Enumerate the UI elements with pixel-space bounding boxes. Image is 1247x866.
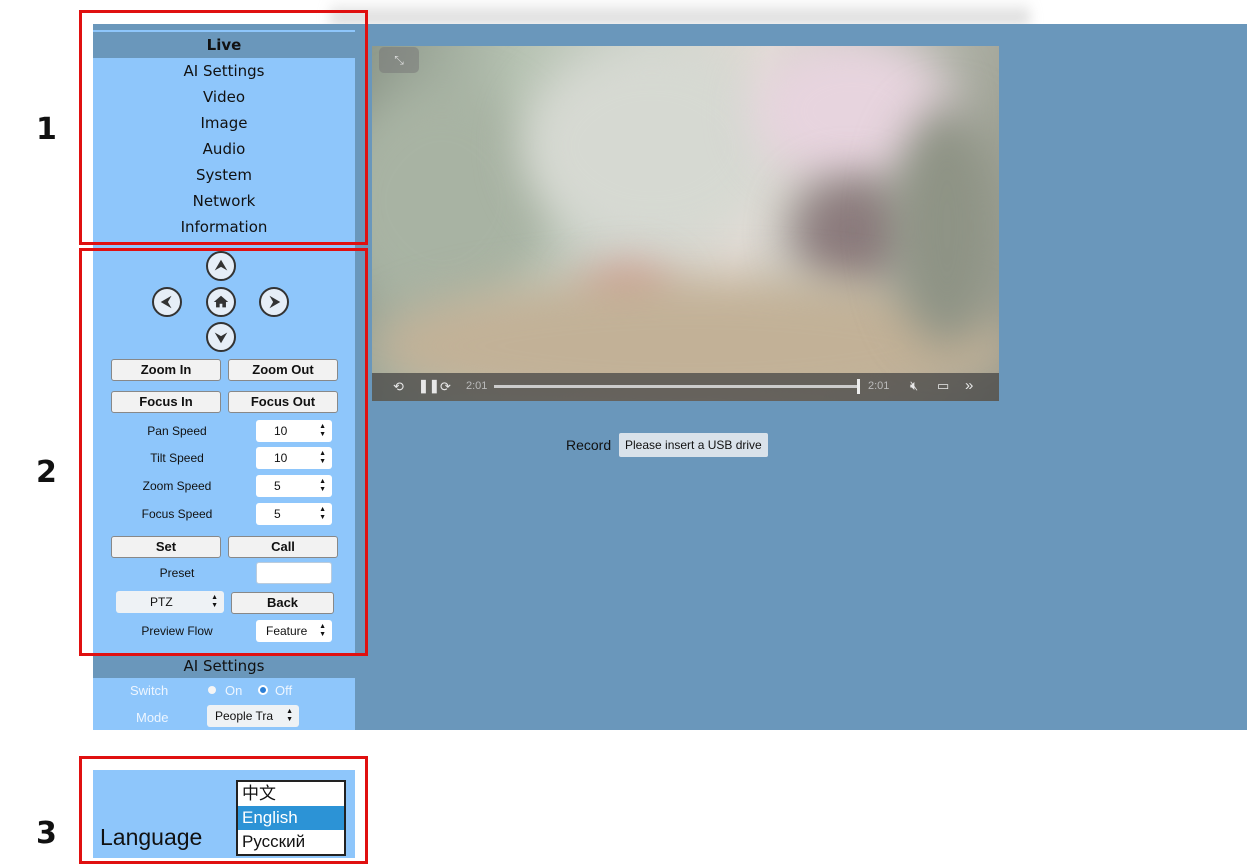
ai-mode-select[interactable]: People Tra ▲ ▼ (207, 705, 299, 727)
select-caret-icon: ▲ ▼ (286, 708, 293, 723)
pause-icon[interactable]: ❚❚ (418, 378, 440, 394)
video-preview[interactable] (372, 46, 999, 401)
annotation-box-3 (79, 756, 368, 864)
mode-label: Mode (136, 710, 169, 725)
record-status: Please insert a USB drive (619, 433, 768, 457)
record-label: Record (566, 437, 612, 453)
airplay-icon[interactable]: ▭ (937, 378, 949, 394)
annotation-number-1: 1 (36, 112, 57, 147)
radio-off-label: Off (275, 683, 293, 698)
expand-icon[interactable]: ⤡ (379, 47, 419, 73)
video-controls: ⟲ ❚❚ ⟳ 2:01 2:01 🔇︎ ▭ » (372, 373, 999, 401)
time-total: 2:01 (868, 380, 890, 392)
radio-off[interactable] (258, 685, 268, 695)
ai-settings-title: AI Settings (93, 654, 355, 678)
annotation-box-2 (79, 248, 368, 656)
annotation-box-1 (79, 10, 368, 245)
ai-mode-value: People Tra (215, 709, 274, 723)
radio-on-label: On (225, 683, 243, 698)
annotation-number-3: 3 (36, 816, 57, 851)
window-shadow (330, 0, 1030, 24)
time-current: 2:01 (466, 380, 488, 392)
switch-label: Switch (130, 683, 169, 698)
annotation-number-2: 2 (36, 455, 57, 490)
seek-bar-fill (494, 385, 858, 388)
skip-forward-icon[interactable]: ⟳ (440, 379, 451, 395)
radio-on[interactable] (208, 686, 216, 694)
seek-handle[interactable] (857, 379, 860, 394)
more-icon[interactable]: » (965, 377, 973, 394)
skip-back-icon[interactable]: ⟲ (393, 379, 404, 395)
seek-bar[interactable] (494, 379, 860, 394)
mute-icon[interactable]: 🔇︎ (910, 378, 918, 394)
